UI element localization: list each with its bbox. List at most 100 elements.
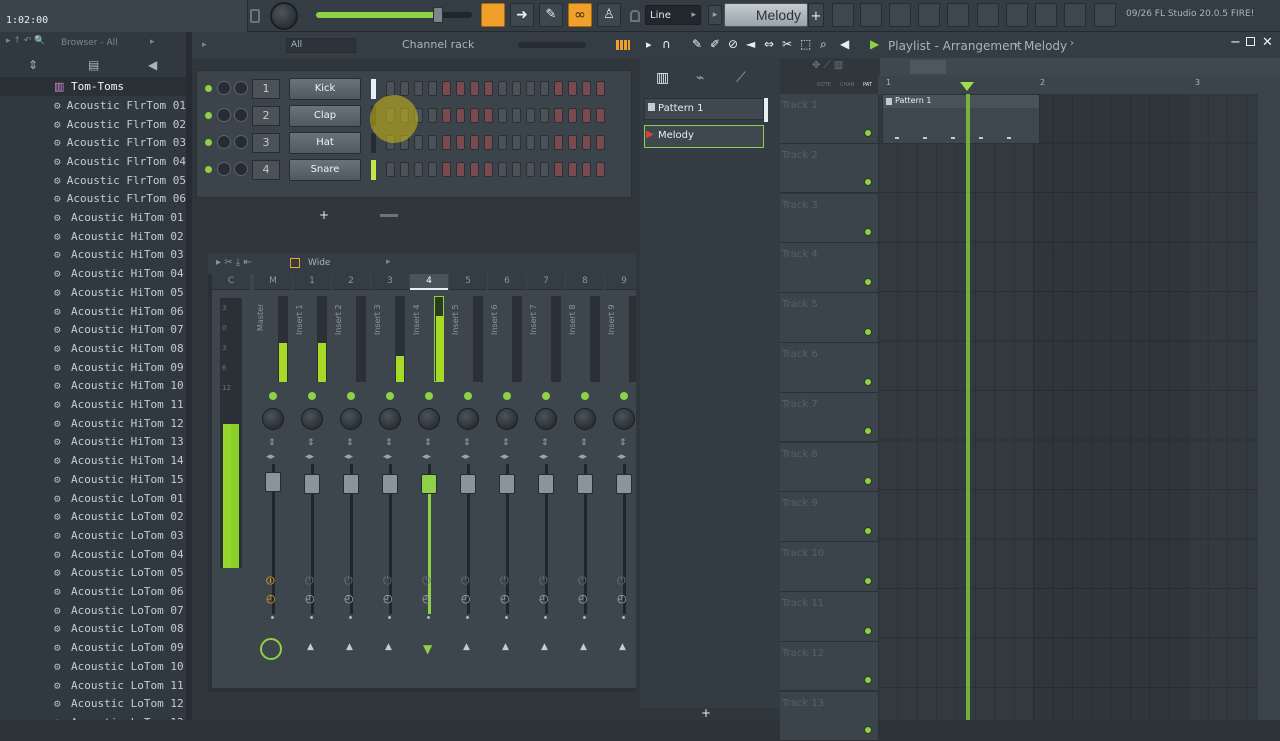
step-button[interactable]	[456, 108, 465, 123]
browser-item[interactable]: ⚙ Acoustic LoTom 08	[0, 620, 186, 639]
filter-chan[interactable]: CHAN	[840, 82, 854, 88]
step-button[interactable]	[512, 135, 521, 150]
mixer-pan-knob[interactable]	[379, 408, 401, 430]
timer-icon[interactable]: ◴	[422, 592, 432, 605]
settings-icon[interactable]	[1064, 3, 1086, 27]
step-button[interactable]	[582, 162, 591, 177]
channel-select-indicator[interactable]	[371, 133, 376, 153]
channel-volume-knob[interactable]	[234, 108, 248, 122]
track-mute-led[interactable]	[864, 377, 872, 386]
browser-item[interactable]: ⚙ Acoustic LoTom 10	[0, 657, 186, 676]
channel-rack-window-button[interactable]	[889, 3, 911, 27]
channel-mixer-track[interactable]: 2	[252, 106, 280, 126]
magnet-icon[interactable]: ∩	[662, 37, 671, 51]
browser-item[interactable]: ⚙ Acoustic FlrTom 06	[0, 190, 186, 209]
channel-name-button[interactable]: Kick	[289, 78, 361, 100]
mixer-led[interactable]	[620, 392, 628, 400]
minimize-icon[interactable]: −	[1230, 35, 1241, 50]
track-header[interactable]: Track 9	[780, 492, 878, 542]
browser-item[interactable]: ⚙ Acoustic HiTom 04	[0, 264, 186, 283]
timer-icon[interactable]: ◴	[578, 592, 588, 605]
mixer-insert-strip[interactable]: 3 Insert 3 ⇕ ◂▸ ⏻ ◴ ▲	[371, 274, 409, 692]
picker-item-melody[interactable]: ▶ Melody	[644, 125, 764, 148]
sort-icon[interactable]: ⇕	[28, 58, 38, 72]
graph-editor-icon[interactable]	[616, 40, 630, 50]
mixer-pan-knob[interactable]	[340, 408, 362, 430]
channel-pan-knob[interactable]	[217, 162, 231, 176]
step-button[interactable]	[456, 135, 465, 150]
file-icon[interactable]: ▤	[88, 58, 99, 72]
channel-filter-select[interactable]: All	[286, 38, 356, 53]
master-pitch-thumb[interactable]	[432, 7, 443, 23]
step-button[interactable]	[526, 108, 535, 123]
track-header[interactable]: Track 7	[780, 392, 878, 443]
step-button[interactable]	[456, 162, 465, 177]
step-button[interactable]	[400, 81, 409, 96]
step-button[interactable]	[428, 135, 437, 150]
draw-tool-icon[interactable]: ✎	[692, 37, 702, 51]
channel-led[interactable]	[205, 139, 212, 146]
mixer-led[interactable]	[308, 392, 316, 400]
slip-tool-icon[interactable]: ⇔	[764, 37, 774, 51]
snap-select[interactable]: Line ▸	[645, 5, 701, 25]
channel-volume-knob[interactable]	[234, 162, 248, 176]
track-mute-led[interactable]	[864, 128, 872, 137]
mixer-pan-knob[interactable]	[418, 408, 440, 430]
browser-item[interactable]: ⚙ Acoustic LoTom 09	[0, 638, 186, 657]
mixer-pan-knob[interactable]	[301, 408, 323, 430]
brush-tool-icon[interactable]: ✎	[539, 3, 563, 27]
mixer-current-strip[interactable]: C 3 0 3 6 12	[212, 274, 250, 692]
swap-icon[interactable]: ◂▸	[422, 452, 431, 462]
close-icon[interactable]: ✕	[1262, 35, 1273, 50]
mixer-insert-strip[interactable]: 6 Insert 6 ⇕ ◂▸ ⏻ ◴ ▲	[488, 274, 526, 692]
step-button[interactable]	[512, 108, 521, 123]
channel-mixer-track[interactable]: 3	[252, 133, 280, 153]
mixer-insert-strip[interactable]: 8 Insert 8 ⇕ ◂▸ ⏻ ◴ ▲	[566, 274, 604, 692]
mixer-pan-knob[interactable]	[457, 408, 479, 430]
plugin-plug-icon[interactable]	[1006, 3, 1028, 27]
mixer-pan-knob[interactable]	[574, 408, 596, 430]
step-button[interactable]	[526, 135, 535, 150]
browser-item[interactable]: ⚙ Acoustic FlrTom 01	[0, 96, 186, 115]
step-button[interactable]	[540, 135, 549, 150]
filter-note[interactable]: NOTE	[817, 82, 831, 88]
mixer-led[interactable]	[581, 392, 589, 400]
route-arrow-icon[interactable]: ▼	[423, 642, 432, 656]
route-arrow-icon[interactable]: ▲	[580, 642, 587, 652]
swap-icon[interactable]: ◂▸	[539, 452, 548, 462]
channel-mixer-track[interactable]: 1	[252, 79, 280, 99]
mixer-layout-icon[interactable]	[290, 258, 300, 268]
mixer-insert-strip[interactable]: 4 Insert 4 ⇕ ◂▸ ⏻ ◴ ▼	[410, 274, 448, 692]
route-arrow-icon[interactable]: ▲	[502, 642, 509, 652]
browser-item[interactable]: ⚙ Acoustic HiTom 07	[0, 320, 186, 339]
step-button[interactable]	[568, 135, 577, 150]
stereo-separation-icon[interactable]: ⇕	[463, 438, 471, 448]
download-icon[interactable]	[1094, 3, 1116, 27]
mixer-pan-knob[interactable]	[262, 408, 284, 430]
route-arrow-icon[interactable]: ▲	[619, 642, 626, 652]
filter-pat[interactable]: PAT	[863, 82, 872, 88]
stereo-separation-icon[interactable]: ⇕	[385, 438, 393, 448]
track-header[interactable]: Track 4	[780, 243, 878, 293]
step-button[interactable]	[596, 108, 605, 123]
step-button[interactable]	[526, 162, 535, 177]
channel-name-button[interactable]: Clap	[289, 105, 361, 127]
browser-item[interactable]: ⚙ Acoustic HiTom 03	[0, 246, 186, 265]
track-header[interactable]: Track 8	[780, 442, 878, 493]
route-arrow-icon[interactable]: ▲	[541, 642, 548, 652]
record-arm-icon[interactable]: ⏻	[578, 574, 587, 588]
browser-item[interactable]: ⚙ Acoustic HiTom 14	[0, 451, 186, 470]
track-header[interactable]: Track 5	[780, 293, 878, 343]
track-mute-led[interactable]	[864, 427, 872, 436]
track-mute-led[interactable]	[864, 726, 872, 735]
mixer-pan-knob[interactable]	[496, 408, 518, 430]
browser-item[interactable]: ⚙ Acoustic LoTom 06	[0, 582, 186, 601]
channel-pan-knob[interactable]	[217, 81, 231, 95]
browser-item[interactable]: ⚙ Acoustic LoTom 12	[0, 694, 186, 713]
mixer-fader-knob[interactable]	[343, 474, 359, 494]
audio-clip-icon[interactable]: ⌁	[696, 70, 704, 86]
channel-name-button[interactable]: Hat	[289, 132, 361, 154]
track-header[interactable]: Track 12	[780, 641, 878, 692]
pattern-selector[interactable]: Melody	[724, 3, 808, 27]
browser-item[interactable]: ⚙ Acoustic HiTom 01	[0, 208, 186, 227]
